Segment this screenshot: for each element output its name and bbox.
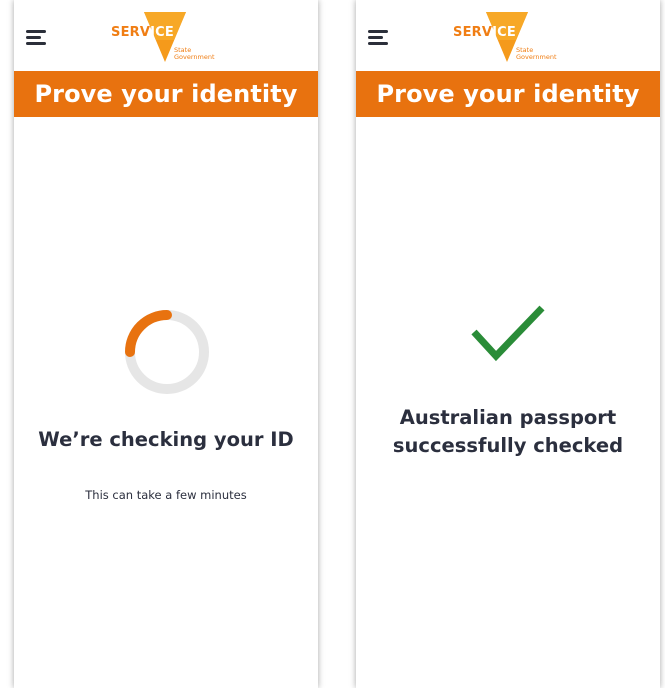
- logo-brand-part1: SERV: [453, 25, 493, 40]
- status-heading: Australian passport successfully checked: [392, 406, 624, 457]
- logo-government-text: Government: [174, 53, 215, 61]
- checking-screen: SERVICE State Government Prove your iden…: [14, 0, 318, 688]
- app-header: SERVICE State Government: [356, 0, 660, 71]
- checkmark-icon: [471, 305, 545, 362]
- logo-brand-part1: SERV: [111, 25, 151, 40]
- app-header: SERVICE State Government: [14, 0, 318, 71]
- service-logo[interactable]: SERVICE State Government: [453, 12, 565, 66]
- page-title: Prove your identity: [14, 71, 318, 117]
- hamburger-menu-icon[interactable]: [368, 28, 390, 46]
- logo-government-text: Government: [516, 53, 557, 61]
- page-title: Prove your identity: [356, 71, 660, 117]
- status-subtext: This can take a few minutes: [85, 488, 247, 502]
- status-heading: We’re checking your ID: [38, 428, 294, 451]
- success-screen: SERVICE State Government Prove your iden…: [356, 0, 660, 688]
- hamburger-menu-icon[interactable]: [26, 28, 48, 46]
- service-logo[interactable]: SERVICE State Government: [111, 12, 223, 66]
- logo-brand-part2: ICE: [492, 25, 516, 40]
- loading-spinner-icon: [125, 310, 209, 394]
- logo-brand-part2: ICE: [150, 25, 174, 40]
